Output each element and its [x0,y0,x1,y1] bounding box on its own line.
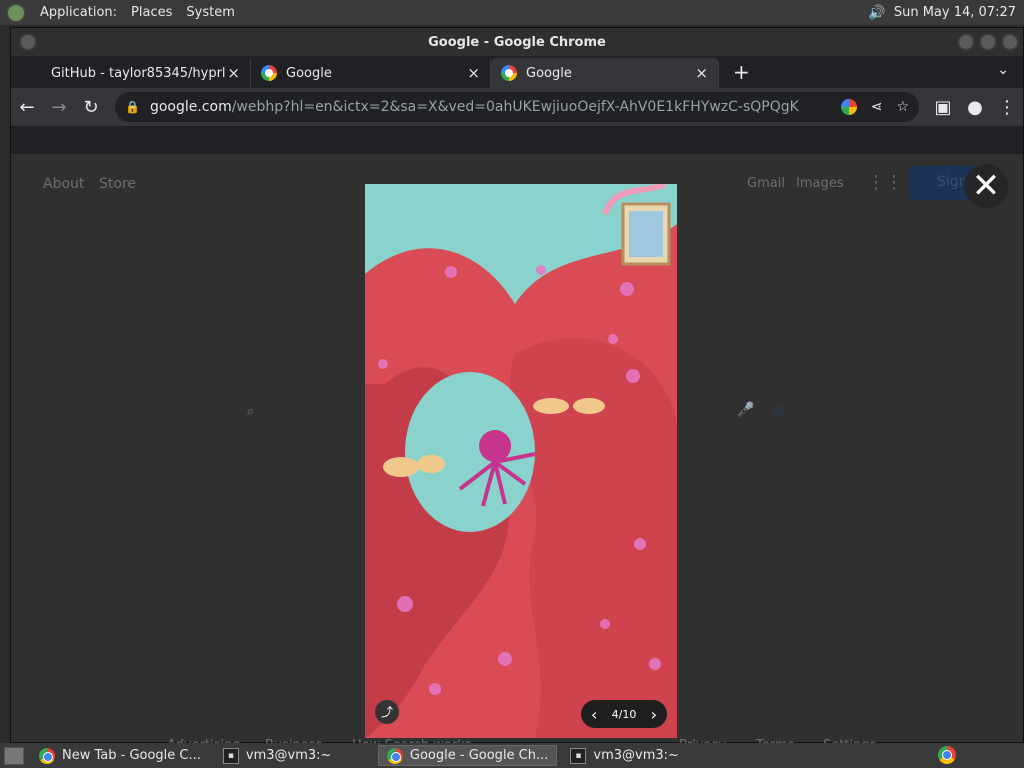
window-menu-button[interactable] [19,33,37,51]
image-counter: 4/10 [611,707,637,721]
toolbar: ← → ↻ 🔒 google.com /webhp?hl=en&ictx=2&s… [11,88,1023,126]
taskbar-item-google-chrome[interactable]: Google - Google Ch... [377,745,558,766]
menu-dots-icon[interactable]: ⋮ [991,97,1023,118]
reload-icon[interactable]: ↻ [75,97,107,118]
terminal-icon: ▪ [570,747,587,764]
menu-places[interactable]: Places [131,5,172,20]
bookmark-star-icon[interactable]: ☆ [896,99,909,115]
taskbar-item-label: New Tab - Google C... [62,748,201,763]
camera-search-icon[interactable]: ◎ [773,402,785,418]
google-favicon-icon [261,65,277,81]
store-link[interactable]: Store [99,176,136,192]
image-pager: ‹ 4/10 › [581,700,667,728]
google-favicon-icon [501,65,517,81]
mic-icon[interactable]: 🎤 [737,402,754,418]
taskbar-item-terminal-1[interactable]: ▪ vm3@vm3:~ [214,745,374,766]
tab-search-icon[interactable]: ⌄ [997,62,1009,78]
chrome-icon [39,747,55,764]
chrome-window: Google - Google Chrome GitHub - taylor85… [10,27,1024,753]
maximize-button[interactable] [979,33,997,51]
tab-label: Google [286,65,332,81]
top-panel: Application: Places System 🔊 Sun May 14,… [0,0,1024,25]
tab-strip: GitHub - taylor85345/hyprland × Google ×… [11,56,1023,88]
tab-close-icon[interactable]: × [467,64,480,82]
url-path: /webhp?hl=en&ictx=2&sa=X&ved=0ahUKEwjiuo… [231,99,799,115]
window-title: Google - Google Chrome [428,34,606,50]
volume-icon[interactable]: 🔊 [868,5,885,21]
taskbar-item-terminal-2[interactable]: ▪ vm3@vm3:~ [561,745,721,766]
taskbar-item-label: vm3@vm3:~ [593,748,679,763]
new-tab-button[interactable]: + [733,60,750,84]
gmail-link[interactable]: Gmail [747,176,785,191]
share-button[interactable]: ⤴ [375,700,399,724]
menu-applications[interactable]: Application: [40,5,117,20]
terminal-icon: ▪ [222,747,239,764]
tab-close-icon[interactable]: × [695,64,708,82]
taskbar-item-label: Google - Google Ch... [409,748,549,763]
distro-logo-icon[interactable] [6,2,26,23]
clock[interactable]: Sun May 14, 07:27 [894,5,1016,20]
tab-label: Google [526,65,572,81]
share-icon[interactable]: ⋖ [871,99,883,115]
workspace-chrome-icon[interactable] [938,746,956,764]
images-link[interactable]: Images [796,176,844,191]
menu-system[interactable]: System [186,5,234,20]
next-image-button[interactable]: › [651,705,657,724]
google-lens-icon[interactable] [840,99,857,115]
lock-icon: 🔒 [125,100,140,114]
forward-icon[interactable]: → [43,97,75,118]
taskbar-item-new-tab[interactable]: New Tab - Google C... [30,745,210,766]
close-lightbox-button[interactable]: ✕ [964,164,1008,208]
show-desktop-icon[interactable] [4,746,24,765]
tab-label: GitHub - taylor85345/hyprland [51,65,226,81]
tab-close-icon[interactable]: × [227,64,240,82]
tab-github[interactable]: GitHub - taylor85345/hyprland × [11,58,251,88]
minimize-button[interactable] [957,33,975,51]
taskbar-item-label: vm3@vm3:~ [245,748,332,763]
address-bar[interactable]: 🔒 google.com /webhp?hl=en&ictx=2&sa=X&ve… [115,92,919,122]
side-panel-icon[interactable]: ▣ [927,97,959,118]
profile-icon[interactable]: ● [959,97,991,118]
taskbar: New Tab - Google C... ▪ vm3@vm3:~ Google… [0,743,1024,768]
back-icon[interactable]: ← [11,97,43,118]
octopus-illustration [365,184,677,738]
close-window-button[interactable] [1001,33,1019,51]
lightbox-image[interactable]: ⤴ ‹ 4/10 › [365,184,677,738]
page-content: About Store Gmail Images ⋮⋮⋮ Sign in ⌕ 🎤… [11,154,1023,753]
prev-image-button[interactable]: ‹ [591,705,597,724]
search-icon[interactable]: ⌕ [247,404,254,419]
tab-google-1[interactable]: Google × [251,58,491,88]
window-titlebar[interactable]: Google - Google Chrome [11,28,1023,56]
about-link[interactable]: About [43,176,84,192]
chrome-icon [386,747,403,764]
url-host: google.com [149,99,232,115]
tab-google-2[interactable]: Google × [491,58,719,88]
